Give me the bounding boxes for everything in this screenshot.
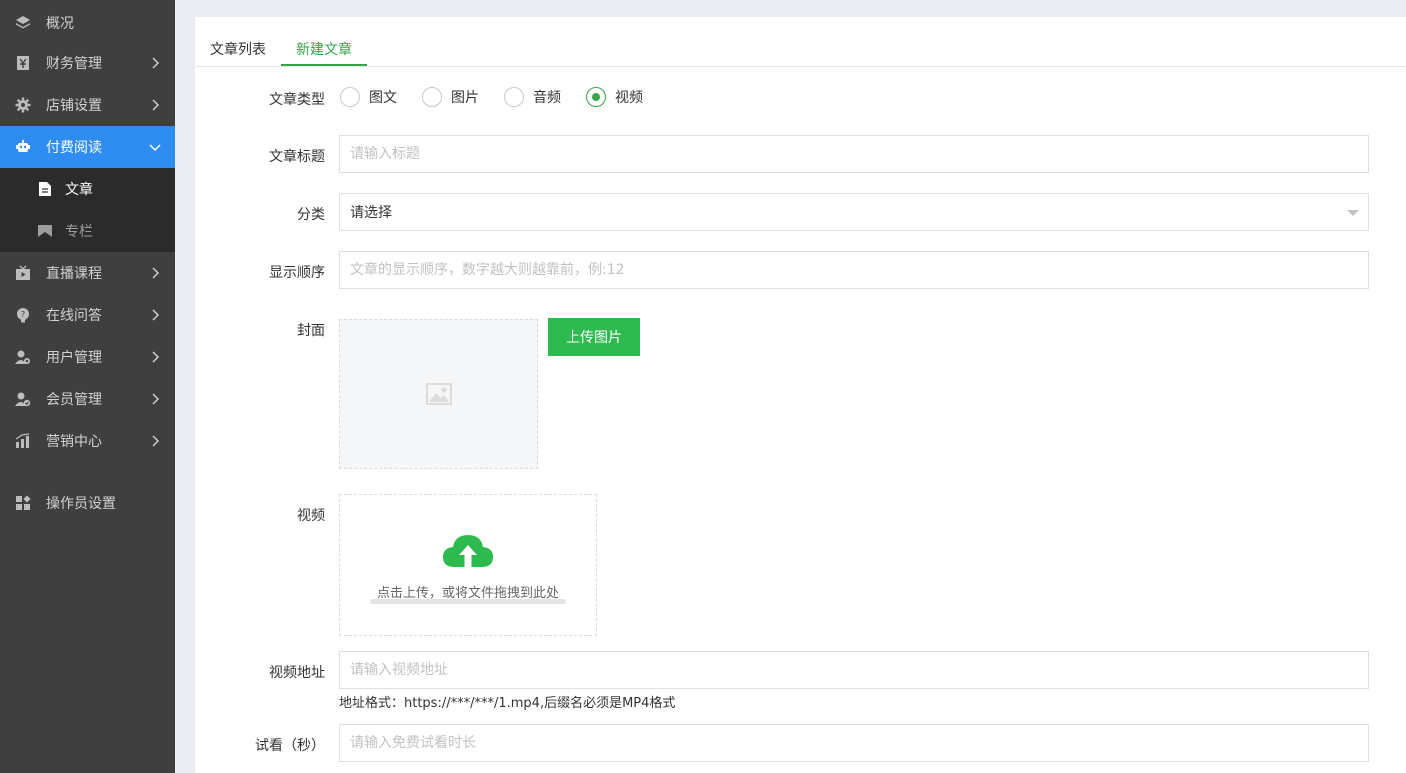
video-url-label: 视频地址	[269, 665, 325, 681]
radio-dot	[592, 93, 600, 101]
sidebar-item-label: 直播课程	[46, 266, 102, 282]
sidebar-item-paid-reading[interactable]: 付费阅读	[0, 126, 175, 168]
video-url-input[interactable]	[339, 651, 1369, 689]
sidebar-item-marketing-center[interactable]: 营销中心	[0, 420, 175, 462]
radio-type-image[interactable]: 图片	[422, 87, 479, 107]
sidebar-item-label: 营销中心	[46, 434, 102, 450]
radio-circle	[504, 87, 524, 107]
finance-icon	[14, 54, 32, 72]
article-title-label: 文章标题	[269, 149, 325, 165]
sidebar-item-label: 会员管理	[46, 392, 102, 408]
chart-icon	[14, 432, 32, 450]
article-title-input[interactable]	[339, 135, 1369, 173]
video-upload-dropzone[interactable]: 点击上传，或将文件拖拽到此处	[339, 494, 597, 636]
gear-icon	[14, 96, 32, 114]
chevron-right-icon	[152, 435, 160, 447]
sidebar-item-label: 操作员设置	[46, 496, 116, 512]
chevron-right-icon	[152, 309, 160, 321]
sidebar-item-label: 店铺设置	[46, 98, 102, 114]
radio-type-video[interactable]: 视频	[586, 87, 643, 107]
question-icon: ?	[14, 306, 32, 324]
sidebar-subitem-column[interactable]: 专栏	[0, 210, 175, 252]
chevron-down-icon	[149, 144, 161, 152]
sidebar-item-finance[interactable]: 财务管理	[0, 42, 175, 84]
radio-circle	[340, 87, 360, 107]
user-icon	[14, 348, 32, 366]
document-icon	[37, 181, 53, 197]
tab-new-article[interactable]: 新建文章	[296, 39, 352, 59]
radio-type-audio[interactable]: 音频	[504, 87, 561, 107]
category-select-value: 请选择	[350, 205, 392, 221]
category-label: 分类	[297, 207, 325, 223]
tab-active-indicator	[281, 64, 367, 66]
member-icon	[14, 390, 32, 408]
layers-icon	[14, 14, 32, 32]
sidebar-item-user-management[interactable]: 用户管理	[0, 336, 175, 378]
sidebar-item-online-qa[interactable]: ? 在线问答	[0, 294, 175, 336]
upload-image-button[interactable]: 上传图片	[548, 318, 640, 356]
sidebar-item-store-settings[interactable]: 店铺设置	[0, 84, 175, 126]
radio-circle	[422, 87, 442, 107]
app-root: 概况 财务管理 店铺设置 付费阅读 文章 专栏 直播课程 ? 在线问答 用户管理…	[0, 0, 1406, 773]
sidebar-item-label: 用户管理	[46, 350, 102, 366]
sidebar-item-label: 付费阅读	[46, 140, 102, 156]
tab-bar: 文章列表 新建文章	[195, 17, 1406, 67]
sidebar-item-label: 在线问答	[46, 308, 102, 324]
trial-seconds-label: 试看（秒）	[255, 738, 325, 754]
sidebar: 概况 财务管理 店铺设置 付费阅读 文章 专栏 直播课程 ? 在线问答 用户管理…	[0, 0, 175, 773]
sidebar-item-member-management[interactable]: 会员管理	[0, 378, 175, 420]
video-label: 视频	[297, 508, 325, 524]
category-select[interactable]: 请选择	[339, 193, 1369, 231]
radio-label: 视频	[615, 90, 643, 106]
radio-label: 音频	[533, 90, 561, 106]
main-panel: 文章列表 新建文章 文章类型 图文 图片 音频 视频 文章标题 分类 请选择	[195, 17, 1406, 773]
radio-type-graphic[interactable]: 图文	[340, 87, 397, 107]
radio-circle	[586, 87, 606, 107]
video-url-format-note: 地址格式：https://***/***/1.mp4,后缀名必须是MP4格式	[339, 696, 676, 711]
image-placeholder-icon	[425, 383, 452, 405]
sidebar-item-overview[interactable]: 概况	[0, 2, 175, 44]
chevron-right-icon	[152, 351, 160, 363]
chevron-right-icon	[152, 267, 160, 279]
sidebar-item-label: 财务管理	[46, 56, 102, 72]
sidebar-subitem-label: 专栏	[65, 224, 93, 240]
sidebar-item-label: 概况	[46, 16, 74, 32]
sidebar-subitem-article[interactable]: 文章	[0, 168, 175, 210]
column-icon	[37, 223, 53, 239]
sidebar-subitem-label: 文章	[65, 182, 93, 198]
caret-down-icon	[1347, 210, 1359, 216]
chevron-right-icon	[152, 99, 160, 111]
radio-label: 图片	[451, 90, 479, 106]
sidebar-item-live-course[interactable]: 直播课程	[0, 252, 175, 294]
chevron-right-icon	[152, 57, 160, 69]
reading-icon	[14, 138, 32, 156]
radio-label: 图文	[369, 90, 397, 106]
sidebar-item-operator-settings[interactable]: 操作员设置	[0, 482, 175, 524]
live-icon	[14, 264, 32, 282]
trial-seconds-input[interactable]	[339, 724, 1369, 762]
operator-icon	[14, 494, 32, 512]
article-type-label: 文章类型	[269, 92, 325, 108]
display-order-label: 显示顺序	[269, 265, 325, 281]
cover-preview[interactable]	[339, 319, 538, 469]
chevron-right-icon	[152, 393, 160, 405]
cloud-upload-icon	[443, 535, 493, 567]
svg-text:?: ?	[21, 310, 25, 319]
tab-article-list[interactable]: 文章列表	[210, 39, 266, 59]
upload-progress-bar	[370, 599, 566, 604]
cover-label: 封面	[297, 323, 325, 339]
display-order-input[interactable]	[339, 251, 1369, 289]
